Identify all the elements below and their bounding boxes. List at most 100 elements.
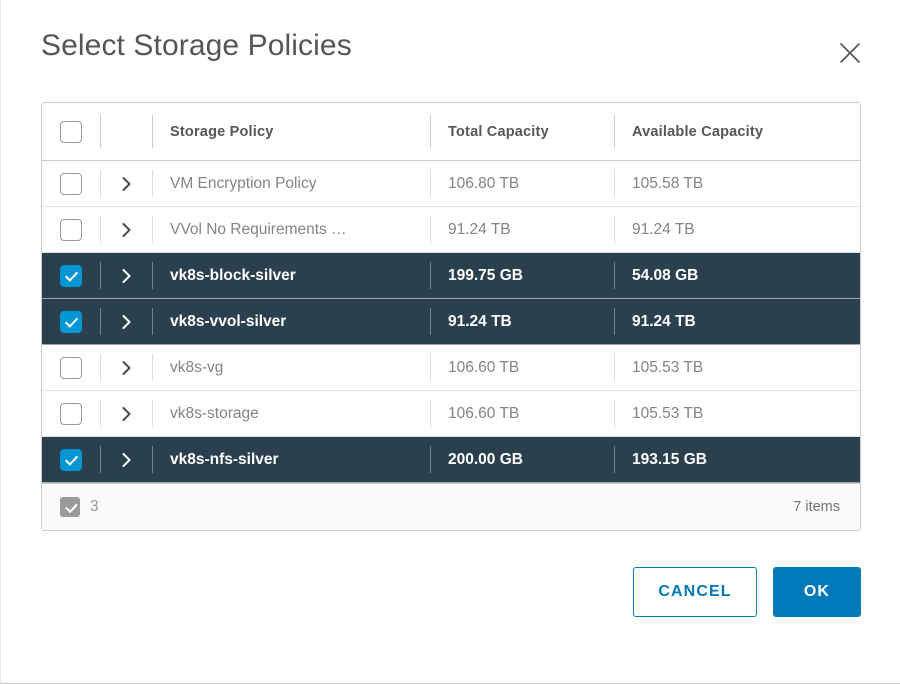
row-expand-cell[interactable] xyxy=(100,207,152,253)
row-policy-name: vk8s-block-silver xyxy=(170,266,296,284)
row-policy-name: vk8s-nfs-silver xyxy=(170,450,279,468)
row-total-capacity: 91.24 TB xyxy=(448,312,512,330)
row-total-capacity-cell: 91.24 TB xyxy=(430,207,614,253)
row-total-capacity: 106.60 TB xyxy=(448,358,520,376)
ok-button[interactable]: OK xyxy=(773,567,861,617)
select-storage-policies-dialog: Select Storage Policies Storage Policy T… xyxy=(1,0,900,683)
row-available-capacity: 54.08 GB xyxy=(632,266,699,284)
table-header-row: Storage Policy Total Capacity Available … xyxy=(42,103,860,161)
row-available-capacity-cell: 54.08 GB xyxy=(614,253,860,299)
table-row[interactable]: vk8s-vvol-silver 91.24 TB 91.24 TB xyxy=(42,298,860,345)
row-expand-cell[interactable] xyxy=(100,391,152,437)
chevron-right-icon[interactable] xyxy=(100,253,152,298)
row-checkbox-wrap[interactable] xyxy=(42,391,100,436)
row-policy-name-cell: vk8s-vg xyxy=(152,345,430,391)
row-policy-name: VVol No Requirements … xyxy=(170,220,347,238)
selected-count-label: 3 xyxy=(90,498,99,515)
row-select-cell[interactable] xyxy=(42,207,100,253)
row-policy-name-cell: vk8s-storage xyxy=(152,391,430,437)
row-checkbox-wrap[interactable] xyxy=(42,437,100,482)
row-available-capacity-cell: 105.53 TB xyxy=(614,391,860,437)
cancel-button[interactable]: CANCEL xyxy=(633,567,757,617)
table-row[interactable]: vk8s-storage 106.60 TB 105.53 TB xyxy=(42,390,860,437)
row-expand-cell[interactable] xyxy=(100,345,152,391)
row-expand-cell[interactable] xyxy=(100,299,152,345)
row-checkbox-wrap[interactable] xyxy=(42,345,100,390)
row-available-capacity-cell: 193.15 GB xyxy=(614,437,860,483)
policy-table: Storage Policy Total Capacity Available … xyxy=(42,103,860,483)
row-available-capacity-cell: 91.24 TB xyxy=(614,299,860,345)
column-header-storage-policy-label: Storage Policy xyxy=(170,123,274,140)
row-policy-name: vk8s-storage xyxy=(170,404,259,422)
items-count-label: 7 items xyxy=(793,499,840,515)
chevron-right-icon[interactable] xyxy=(100,437,152,482)
row-checkbox[interactable] xyxy=(60,172,82,195)
table-row[interactable]: vk8s-nfs-silver 200.00 GB 193.15 GB xyxy=(42,436,860,483)
chevron-right-icon[interactable] xyxy=(100,207,152,252)
selected-count-checkbox[interactable] xyxy=(60,497,80,517)
row-total-capacity-cell: 199.75 GB xyxy=(430,253,614,299)
row-select-cell[interactable] xyxy=(42,391,100,437)
row-total-capacity-cell: 106.60 TB xyxy=(430,345,614,391)
table-row[interactable]: VM Encryption Policy 106.80 TB 105.58 TB xyxy=(42,160,860,207)
select-all-checkbox-wrap[interactable] xyxy=(42,103,100,160)
row-total-capacity-cell: 91.24 TB xyxy=(430,299,614,345)
chevron-right-icon[interactable] xyxy=(100,161,152,206)
row-available-capacity: 193.15 GB xyxy=(632,450,707,468)
row-total-capacity-cell: 106.80 TB xyxy=(430,161,614,207)
row-checkbox[interactable] xyxy=(60,448,82,471)
select-all-checkbox[interactable] xyxy=(60,120,82,143)
row-total-capacity: 199.75 GB xyxy=(448,266,523,284)
row-checkbox-wrap[interactable] xyxy=(42,161,100,206)
row-available-capacity-cell: 91.24 TB xyxy=(614,207,860,253)
row-available-capacity: 91.24 TB xyxy=(632,312,696,330)
row-select-cell[interactable] xyxy=(42,161,100,207)
dialog-actions: CANCEL OK xyxy=(1,531,900,617)
row-expand-cell[interactable] xyxy=(100,161,152,207)
row-total-capacity-cell: 106.60 TB xyxy=(430,391,614,437)
row-expand-cell[interactable] xyxy=(100,253,152,299)
column-header-storage-policy[interactable]: Storage Policy xyxy=(152,103,430,161)
table-row[interactable]: vk8s-block-silver 199.75 GB 54.08 GB xyxy=(42,252,860,299)
row-checkbox[interactable] xyxy=(60,218,82,241)
row-select-cell[interactable] xyxy=(42,437,100,483)
row-checkbox[interactable] xyxy=(60,402,82,425)
table-footer: 3 7 items xyxy=(42,483,860,530)
storage-policy-table: Storage Policy Total Capacity Available … xyxy=(41,102,861,531)
chevron-right-icon[interactable] xyxy=(100,345,152,390)
row-total-capacity: 91.24 TB xyxy=(448,220,511,238)
row-checkbox-wrap[interactable] xyxy=(42,253,100,298)
row-available-capacity: 105.53 TB xyxy=(632,358,704,376)
chevron-right-icon[interactable] xyxy=(100,391,152,436)
row-available-capacity-cell: 105.58 TB xyxy=(614,161,860,207)
row-total-capacity: 200.00 GB xyxy=(448,450,523,468)
expand-column-header xyxy=(100,103,152,161)
row-checkbox[interactable] xyxy=(60,310,82,333)
chevron-right-icon[interactable] xyxy=(100,299,152,344)
row-available-capacity: 105.58 TB xyxy=(632,174,704,192)
row-total-capacity: 106.60 TB xyxy=(448,404,520,422)
row-policy-name: VM Encryption Policy xyxy=(170,174,317,192)
row-policy-name: vk8s-vvol-silver xyxy=(170,312,287,330)
row-policy-name-cell: vk8s-nfs-silver xyxy=(152,437,430,483)
column-header-total-capacity[interactable]: Total Capacity xyxy=(430,103,614,161)
row-checkbox-wrap[interactable] xyxy=(42,207,100,252)
row-select-cell[interactable] xyxy=(42,253,100,299)
page-title: Select Storage Policies xyxy=(41,29,352,62)
select-all-header xyxy=(42,103,100,161)
row-total-capacity-cell: 200.00 GB xyxy=(430,437,614,483)
column-header-available-capacity[interactable]: Available Capacity xyxy=(614,103,860,161)
row-available-capacity: 91.24 TB xyxy=(632,220,695,238)
row-available-capacity-cell: 105.53 TB xyxy=(614,345,860,391)
row-checkbox[interactable] xyxy=(60,264,82,287)
row-select-cell[interactable] xyxy=(42,345,100,391)
row-policy-name: vk8s-vg xyxy=(170,358,224,376)
table-row[interactable]: VVol No Requirements … 91.24 TB 91.24 TB xyxy=(42,206,860,253)
table-row[interactable]: vk8s-vg 106.60 TB 105.53 TB xyxy=(42,344,860,391)
row-select-cell[interactable] xyxy=(42,299,100,345)
column-header-available-capacity-label: Available Capacity xyxy=(632,123,764,140)
row-expand-cell[interactable] xyxy=(100,437,152,483)
row-checkbox-wrap[interactable] xyxy=(42,299,100,344)
row-checkbox[interactable] xyxy=(60,356,82,379)
close-icon[interactable] xyxy=(833,36,867,70)
